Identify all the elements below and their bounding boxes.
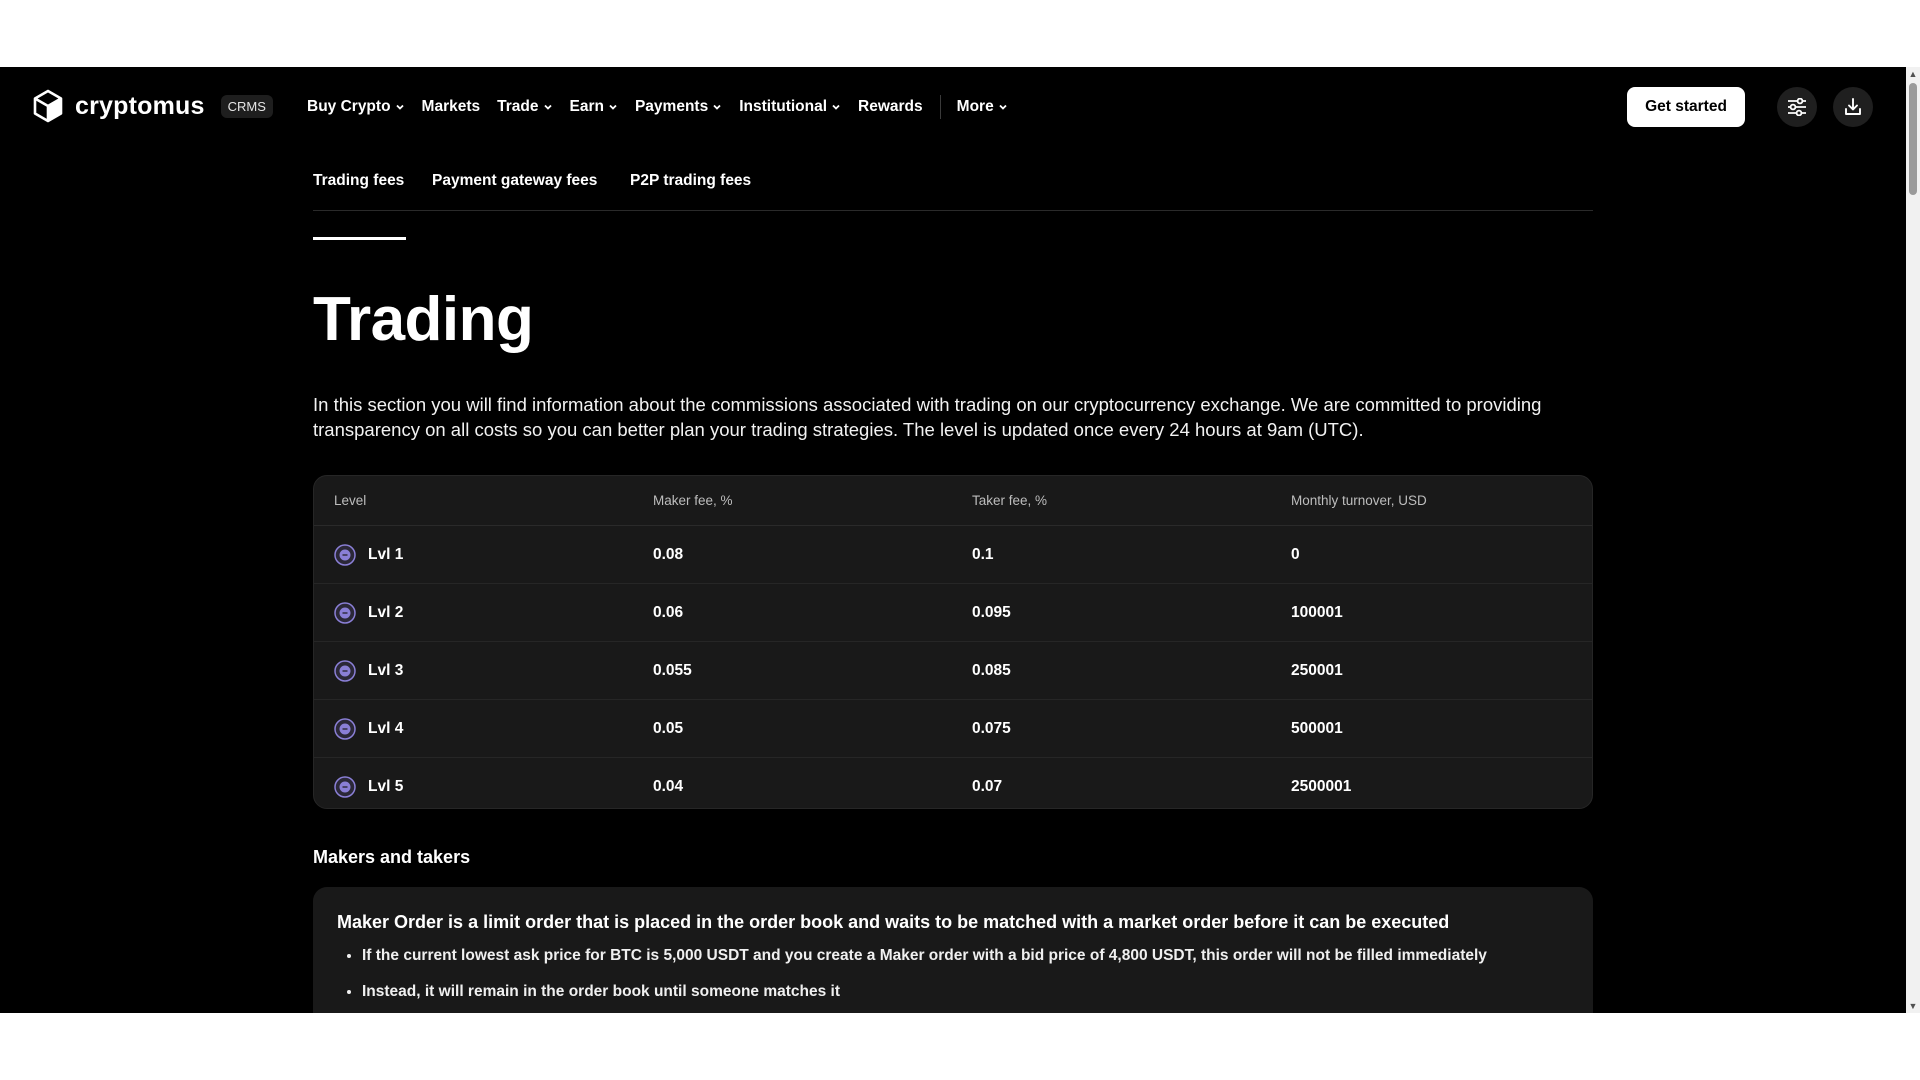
level-cell: Lvl 4 (334, 717, 404, 740)
scrollbar-thumb[interactable] (1909, 83, 1917, 195)
nav-markets[interactable]: Markets (422, 98, 481, 116)
nav-earn[interactable]: Earn (570, 98, 618, 116)
sliders-icon (1788, 98, 1806, 116)
crms-badge[interactable]: CRMS (220, 94, 273, 118)
logo-text: cryptomus (75, 91, 205, 120)
fee-tabs: Trading fees Payment gateway fees P2P tr… (313, 172, 1593, 211)
monthly-turnover: 250001 (1291, 661, 1343, 679)
chevron-down-icon (609, 104, 617, 110)
list-item: If the current lowest ask price for BTC … (362, 945, 1569, 967)
main-nav: Buy Crypto Markets Trade Earn Payments I… (307, 95, 1025, 119)
top-header: cryptomus CRMS Buy Crypto Markets Trade … (0, 67, 1906, 147)
monthly-turnover: 2500001 (1291, 777, 1352, 795)
chevron-down-icon (999, 104, 1007, 110)
get-started-button[interactable]: Get started (1627, 87, 1745, 127)
maker-fee: 0.08 (653, 545, 684, 563)
level-label: Lvl 3 (368, 661, 404, 679)
maker-fee: 0.04 (653, 777, 684, 795)
nav-label: Rewards (858, 98, 923, 115)
taker-fee: 0.1 (972, 545, 994, 563)
vertical-scrollbar[interactable]: ▲ ▼ (1906, 67, 1920, 1013)
taker-fee: 0.075 (972, 719, 1011, 737)
nav-institutional[interactable]: Institutional (739, 98, 841, 116)
header-taker-fee: Taker fee, % (972, 493, 1048, 508)
header-level: Level (334, 493, 367, 508)
download-app-button[interactable] (1833, 87, 1873, 127)
level-badge-icon (334, 775, 356, 798)
settings-button[interactable] (1777, 87, 1817, 127)
makers-takers-heading: Makers and takers (313, 847, 471, 867)
nav-label: Buy Crypto (307, 98, 391, 115)
table-row: Lvl 5 0.04 0.07 2500001 (314, 758, 1592, 808)
table-row: Lvl 2 0.06 0.095 100001 (314, 584, 1592, 642)
taker-fee: 0.085 (972, 661, 1011, 679)
table-row: Lvl 4 0.05 0.075 500001 (314, 700, 1592, 758)
maker-fee: 0.055 (653, 661, 692, 679)
nav-more[interactable]: More (957, 98, 1008, 116)
level-badge-icon (334, 717, 356, 740)
monthly-turnover: 100001 (1291, 603, 1343, 621)
nav-label: Earn (569, 98, 604, 115)
header-monthly-turnover: Monthly turnover, USD (1291, 493, 1427, 508)
level-label: Lvl 2 (368, 603, 404, 621)
monthly-turnover: 0 (1291, 545, 1300, 563)
level-badge-icon (334, 543, 356, 566)
level-cell: Lvl 5 (334, 775, 404, 798)
page-description: In this section you will find informatio… (313, 394, 1542, 440)
maker-fee: 0.06 (653, 603, 684, 621)
nav-label: Institutional (739, 98, 828, 115)
download-icon (1845, 98, 1861, 115)
active-tab-indicator (313, 237, 406, 240)
level-label: Lvl 4 (368, 719, 404, 737)
scroll-up-arrow-icon[interactable]: ▲ (1906, 67, 1920, 81)
nav-payments[interactable]: Payments (635, 98, 722, 116)
chevron-down-icon (543, 104, 552, 110)
level-cell: Lvl 3 (334, 659, 404, 682)
nav-buy-crypto[interactable]: Buy Crypto (307, 98, 405, 116)
tab-p2p-trading-fees[interactable]: P2P trading fees (630, 172, 751, 190)
taker-fee: 0.095 (972, 603, 1011, 621)
nav-rewards[interactable]: Rewards (858, 98, 923, 116)
chevron-down-icon (832, 104, 840, 110)
cube-logo-icon (33, 89, 63, 123)
list-item: Instead, it will remain in the order boo… (362, 981, 1569, 1003)
level-label: Lvl 1 (368, 545, 404, 563)
level-badge-icon (334, 659, 356, 682)
nav-label: Payments (634, 98, 709, 115)
tab-trading-fees[interactable]: Trading fees (313, 172, 404, 190)
page-viewport: cryptomus CRMS Buy Crypto Markets Trade … (0, 67, 1920, 1013)
tab-payment-gateway-fees[interactable]: Payment gateway fees (432, 172, 597, 190)
header-maker-fee: Maker fee, % (653, 493, 733, 508)
level-cell: Lvl 1 (334, 543, 404, 566)
maker-order-card: Maker Order is a limit order that is pla… (313, 887, 1593, 1013)
maker-fee: 0.05 (653, 719, 684, 737)
level-label: Lvl 5 (368, 777, 404, 795)
monthly-turnover: 500001 (1291, 719, 1343, 737)
nav-label: Trade (497, 98, 539, 115)
maker-order-list: If the current lowest ask price for BTC … (337, 945, 1569, 1003)
nav-label: Markets (421, 98, 481, 115)
taker-fee: 0.07 (972, 777, 1003, 795)
table-row: Lvl 1 0.08 0.1 0 (314, 526, 1592, 584)
level-badge-icon (334, 601, 356, 624)
chevron-down-icon (395, 104, 404, 110)
brand-logo[interactable]: cryptomus CRMS (33, 89, 273, 123)
page-title: Trading (313, 285, 534, 354)
table-row: Lvl 3 0.055 0.085 250001 (314, 642, 1592, 700)
level-cell: Lvl 2 (334, 601, 404, 624)
chevron-down-icon (713, 104, 721, 110)
maker-order-title: Maker Order is a limit order that is pla… (337, 912, 1450, 932)
nav-trade[interactable]: Trade (497, 98, 552, 116)
trading-fee-table: Level Maker fee, % Taker fee, % Monthly … (313, 475, 1593, 809)
nav-divider (939, 95, 941, 119)
nav-label: More (956, 98, 994, 115)
table-header: Level Maker fee, % Taker fee, % Monthly … (314, 476, 1592, 526)
scroll-down-arrow-icon[interactable]: ▼ (1906, 999, 1920, 1013)
